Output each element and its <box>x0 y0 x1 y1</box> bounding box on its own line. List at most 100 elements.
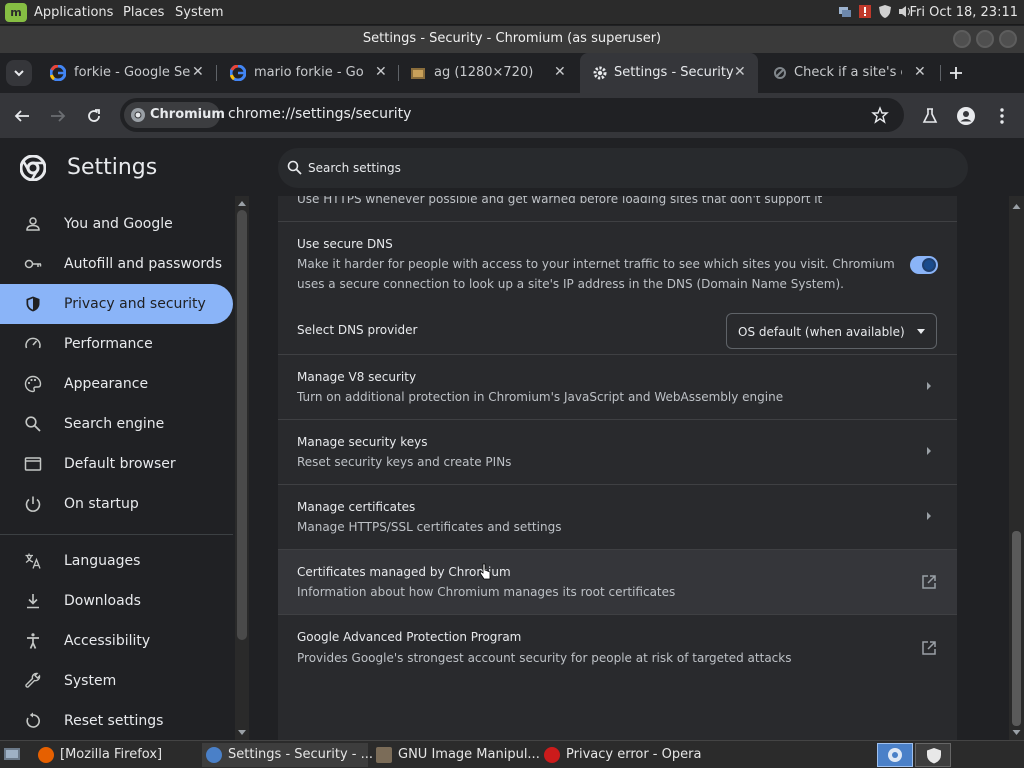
taskbar-item-opera[interactable]: Privacy error - Opera <box>540 743 706 767</box>
menu-applications[interactable]: Applications <box>34 5 113 20</box>
browser-toolbar: Chromium chrome://settings/security <box>0 93 1024 138</box>
reload-icon[interactable] <box>85 107 103 125</box>
back-icon[interactable] <box>13 107 31 125</box>
https-first-row[interactable]: Use HTTPS whenever possible and get warn… <box>278 196 957 222</box>
labs-flask-icon[interactable] <box>921 107 939 125</box>
sidebar-item-default-browser[interactable]: Default browser <box>0 444 233 484</box>
certificates-managed-row[interactable]: Certificates managed by Chromium Informa… <box>278 549 957 614</box>
manage-certificates-row[interactable]: Manage certificates Manage HTTPS/SSL cer… <box>278 484 957 549</box>
workspace-1-button[interactable] <box>877 743 913 767</box>
translate-icon <box>25 553 41 569</box>
site-info-chip[interactable]: Chromium <box>124 102 225 128</box>
window-titlebar[interactable]: Settings - Security - Chromium (as super… <box>0 26 1024 53</box>
sidebar-item-you-and-google[interactable]: You and Google <box>0 204 233 244</box>
tab-mario-forkie-google[interactable]: mario forkie - Goo ✕ <box>218 53 396 93</box>
network-icon[interactable] <box>838 4 852 19</box>
workspace-2-button[interactable] <box>915 743 951 767</box>
sidebar-item-label: Reset settings <box>64 713 164 729</box>
main-scroll-thumb[interactable] <box>1012 531 1021 726</box>
show-desktop-icon[interactable] <box>3 746 21 762</box>
sidebar-item-performance[interactable]: Performance <box>0 324 233 364</box>
close-tab-icon[interactable]: ✕ <box>914 64 926 80</box>
taskbar-item-chromium-settings[interactable]: Settings - Security - ... <box>202 743 373 767</box>
taskbar-item-gimp[interactable]: GNU Image Manipul... <box>372 743 540 767</box>
main-scrollbar[interactable] <box>1009 196 1024 740</box>
chevron-right-icon <box>927 382 931 390</box>
scroll-down-icon[interactable] <box>1012 729 1021 736</box>
alert-icon[interactable] <box>858 4 872 19</box>
shield-tray-icon[interactable] <box>878 4 892 19</box>
address-bar[interactable]: Chromium chrome://settings/security <box>120 98 904 132</box>
minimize-button[interactable] <box>953 30 971 48</box>
secure-dns-toggle[interactable] <box>910 256 938 274</box>
sidebar-item-label: Downloads <box>64 593 141 609</box>
advanced-protection-row[interactable]: Google Advanced Protection Program Provi… <box>278 614 957 680</box>
sidebar-item-label: Default browser <box>64 456 176 472</box>
chromium-icon <box>888 748 902 762</box>
sidebar-item-autofill[interactable]: Autofill and passwords <box>0 244 233 284</box>
menu-places[interactable]: Places <box>123 5 164 20</box>
gimp-icon <box>376 747 392 763</box>
scroll-up-icon[interactable] <box>237 200 247 207</box>
sidebar-scrollbar[interactable] <box>235 196 249 740</box>
sidebar-item-search-engine[interactable]: Search engine <box>0 404 233 444</box>
tab-forkie-google[interactable]: forkie - Google Se ✕ <box>38 53 216 93</box>
close-tab-icon[interactable]: ✕ <box>554 64 566 80</box>
close-tab-icon[interactable]: ✕ <box>192 64 204 80</box>
external-link-icon <box>922 641 936 655</box>
toggle-knob <box>922 258 936 272</box>
sidebar-item-languages[interactable]: Languages <box>0 541 233 581</box>
sidebar-scroll-thumb[interactable] <box>237 210 247 640</box>
https-description: Use HTTPS whenever possible and get warn… <box>297 196 823 206</box>
top-panel: m Applications Places System Fri Oct 18,… <box>0 0 1024 25</box>
sidebar-item-reset-settings[interactable]: Reset settings <box>0 701 233 741</box>
taskbar-item-label: Settings - Security - ... <box>228 747 374 762</box>
gear-icon <box>593 66 607 80</box>
manage-security-keys-row[interactable]: Manage security keys Reset security keys… <box>278 419 957 484</box>
manage-v8-security-row[interactable]: Manage V8 security Turn on additional pr… <box>278 354 957 419</box>
sidebar-item-accessibility[interactable]: Accessibility <box>0 621 233 661</box>
maximize-button[interactable] <box>976 30 994 48</box>
chromium-icon <box>131 108 145 122</box>
url-text[interactable]: chrome://settings/security <box>228 106 411 122</box>
mint-menu-icon[interactable]: m <box>5 3 27 22</box>
new-tab-icon[interactable] <box>948 65 964 81</box>
mouse-cursor-icon <box>479 563 491 580</box>
page-title: Settings <box>67 155 158 180</box>
tab-settings-security[interactable]: Settings - Security ✕ <box>580 53 758 93</box>
taskbar-item-firefox[interactable]: [Mozilla Firefox] <box>34 743 198 767</box>
search-settings-input[interactable]: Search settings <box>278 148 968 188</box>
shield-icon <box>927 748 941 764</box>
settings-header: Settings Search settings <box>0 138 1024 196</box>
sidebar-item-label: System <box>64 673 117 689</box>
search-icon <box>287 160 302 175</box>
image-icon <box>411 68 425 79</box>
forward-icon[interactable] <box>49 107 67 125</box>
row-title: Manage security keys <box>297 435 428 449</box>
search-icon <box>25 416 41 432</box>
tab-search-button[interactable] <box>6 60 32 86</box>
tab-image-ag[interactable]: ag (1280×720) ✕ <box>398 53 578 93</box>
sidebar-item-system[interactable]: System <box>0 661 233 701</box>
row-description: Reset security keys and create PINs <box>297 455 512 469</box>
loading-icon <box>774 67 786 79</box>
tab-check-site[interactable]: Check if a site's co ✕ <box>760 53 940 93</box>
scroll-down-icon[interactable] <box>237 729 247 736</box>
bookmark-star-icon[interactable] <box>871 106 889 124</box>
kebab-menu-icon[interactable] <box>999 107 1005 125</box>
taskbar-item-label: [Mozilla Firefox] <box>60 747 163 762</box>
menu-system[interactable]: System <box>175 5 223 20</box>
close-tab-icon[interactable]: ✕ <box>375 64 387 80</box>
row-title: Manage V8 security <box>297 370 417 384</box>
dns-provider-select[interactable]: OS default (when available) <box>726 313 937 349</box>
scroll-up-icon[interactable] <box>1012 203 1021 210</box>
clock[interactable]: Fri Oct 18, 23:11 <box>909 5 1018 20</box>
sidebar-item-on-startup[interactable]: On startup <box>0 484 233 524</box>
sidebar-item-downloads[interactable]: Downloads <box>0 581 233 621</box>
sidebar-item-privacy-security[interactable]: Privacy and security <box>0 284 233 324</box>
sidebar-item-appearance[interactable]: Appearance <box>0 364 233 404</box>
close-tab-icon[interactable]: ✕ <box>734 64 746 80</box>
close-window-button[interactable] <box>999 30 1017 48</box>
profile-icon[interactable] <box>956 106 976 126</box>
tab-label: forkie - Google Se <box>74 65 191 80</box>
